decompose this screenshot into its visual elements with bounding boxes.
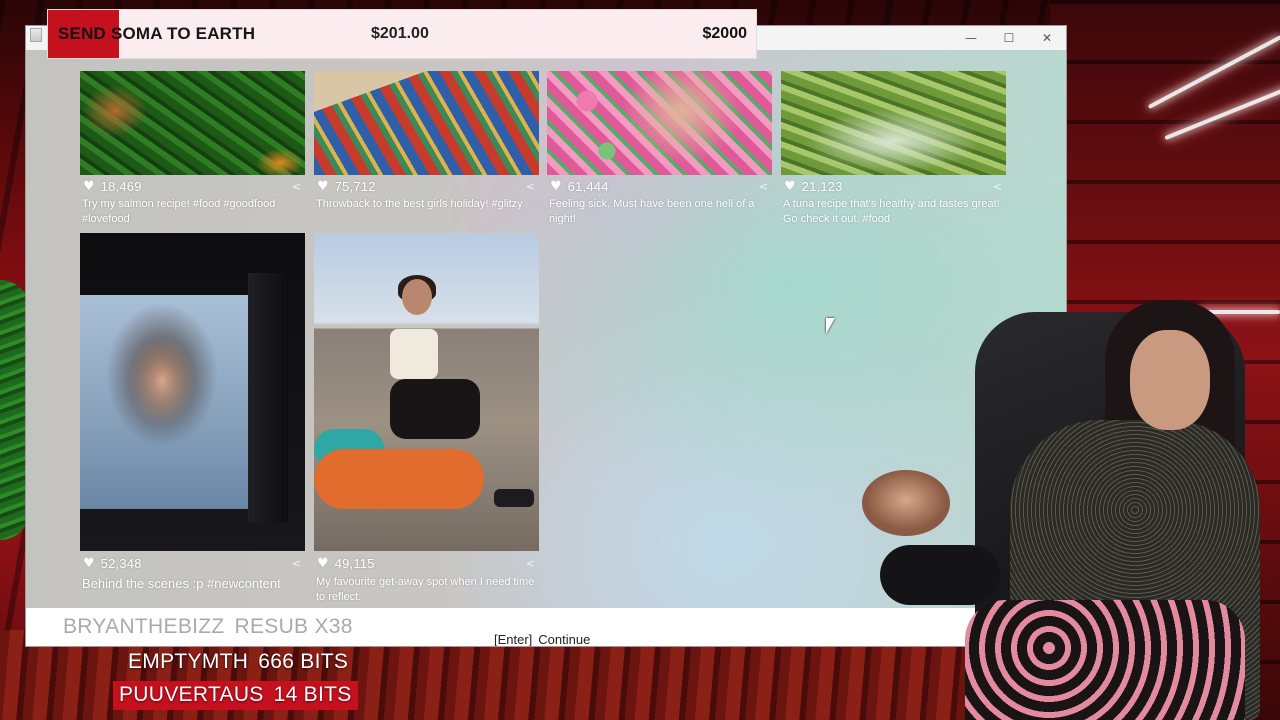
post-meta: ♥ 52,348 < [80,551,305,575]
heart-icon[interactable]: ♥ [784,179,796,194]
post-meta: ♥ 18,469 < [80,175,305,197]
alert-detail: 14 BITS [273,683,352,706]
heart-icon[interactable]: ♥ [317,179,329,194]
share-icon[interactable]: < [526,180,535,193]
post-image[interactable] [547,71,772,175]
post-card[interactable]: ♥ 49,115 < My favourite get-away spot whe… [314,233,539,605]
mouse-cursor-icon [826,318,835,334]
emote-face [862,470,950,536]
post-image[interactable] [314,71,539,175]
share-icon[interactable]: < [526,557,535,570]
close-button[interactable]: ✕ [1028,26,1066,50]
continue-label: Continue [538,632,591,647]
heart-icon[interactable]: ♥ [83,179,95,194]
post-card[interactable]: ♥ 52,348 < Behind the scenes :p #newconte… [80,233,305,593]
post-meta: ♥ 49,115 < [314,551,539,575]
app-icon [30,28,42,42]
alert-bits-highlight: PUUVERTAUS 14 BITS [113,681,358,710]
maximize-button[interactable]: ☐ [990,26,1028,50]
window-controls: — ☐ ✕ [952,26,1066,50]
enter-key-label: [Enter] [494,632,533,647]
post-caption: My favourite get-away spot when I need t… [316,576,535,603]
post-caption: Behind the scenes :p #newcontent [82,576,281,591]
like-count: 61,444 [567,178,609,194]
post-meta: ♥ 75,712 < [314,175,539,197]
share-icon[interactable]: < [292,557,301,570]
mirror-reflection [80,295,248,509]
alert-name: EMPTYMTH [128,650,249,673]
minimize-button[interactable]: — [952,26,990,50]
donation-goal-bar: SEND SOMA TO EARTH $201.00 $2000 [47,9,757,59]
post-caption: A tuna recipe that's healthy and tastes … [783,198,1000,225]
heart-icon[interactable]: ♥ [550,179,562,194]
post-meta: ♥ 61,444 < [547,175,772,197]
share-icon[interactable]: < [292,180,301,193]
post-caption: Try my salmon recipe! #food #goodfood #l… [82,198,276,225]
post-image[interactable] [80,233,305,551]
continue-button[interactable]: [Enter] Continue [494,632,591,647]
alert-detail: RESUB X38 [234,615,353,638]
post-caption: Feeling sick. Must have been one hell of… [549,198,755,225]
like-count: 49,115 [334,555,375,571]
post-card[interactable]: ♥ 75,712 < Throwback to the best girls ho… [314,71,539,212]
share-icon[interactable]: < [759,180,768,193]
like-count: 21,123 [801,178,843,194]
goal-current-amount: $201.00 [371,25,429,42]
post-image[interactable] [314,233,539,551]
streamer-pants [965,600,1245,720]
alert-bits: EMPTYMTH 666 BITS [128,650,348,674]
like-count: 52,348 [100,555,142,571]
mirror-frame [248,273,288,523]
alert-name: PUUVERTAUS [119,683,264,706]
post-card[interactable]: ♥ 18,469 < Try my salmon recipe! #food #g… [80,71,305,227]
like-count: 18,469 [100,178,142,194]
alert-resub: BRYANTHEBIZZ RESUB X38 [63,615,353,639]
chair-arm [880,545,1000,605]
goal-title: SEND SOMA TO EARTH [58,24,256,43]
heart-icon[interactable]: ♥ [83,556,95,571]
post-card[interactable]: ♥ 61,444 < Feeling sick. Must have been o… [547,71,772,227]
like-count: 75,712 [334,178,376,194]
beach-person [314,275,534,509]
post-card[interactable]: ♥ 21,123 < A tuna recipe that's healthy a… [781,71,1006,227]
alert-detail: 666 BITS [258,650,349,673]
streamer-head [1130,330,1210,430]
heart-icon[interactable]: ♥ [317,556,329,571]
post-caption: Throwback to the best girls holiday! #gl… [316,198,523,210]
share-icon[interactable]: < [993,180,1002,193]
post-image[interactable] [781,71,1006,175]
post-meta: ♥ 21,123 < [781,175,1006,197]
goal-target-amount: $2000 [702,25,748,42]
alert-name: BRYANTHEBIZZ [63,615,225,638]
post-image[interactable] [80,71,305,175]
